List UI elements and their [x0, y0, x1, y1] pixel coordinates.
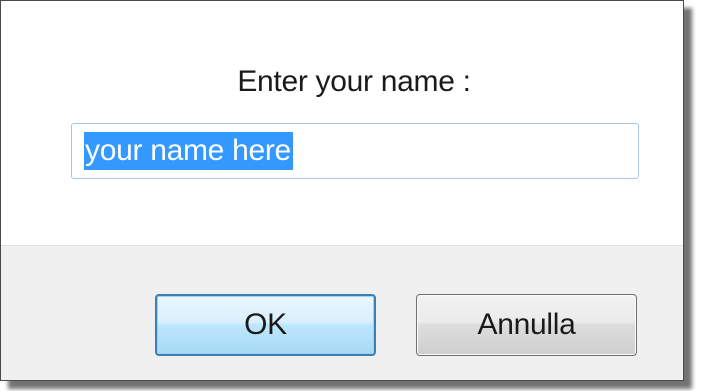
ok-button[interactable]: OK	[155, 294, 376, 356]
dialog-footer: OK Annulla	[1, 246, 683, 380]
prompt-dialog: Enter your name : your name here OK Annu…	[0, 0, 684, 381]
cancel-button[interactable]: Annulla	[416, 294, 637, 356]
dialog-content: Enter your name : your name here	[1, 1, 683, 245]
name-input-value[interactable]: your name here	[84, 132, 293, 170]
prompt-label: Enter your name :	[237, 65, 471, 98]
name-input[interactable]: your name here	[71, 123, 639, 179]
